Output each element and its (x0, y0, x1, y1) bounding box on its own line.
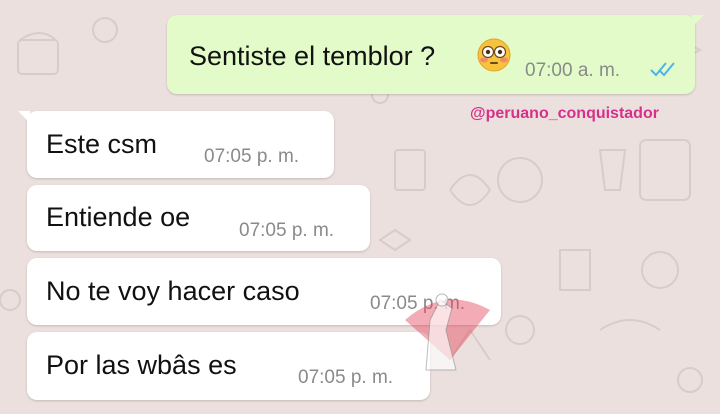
outgoing-message-bubble[interactable]: Sentiste el temblor ? 07:00 a. m. (167, 15, 704, 94)
message-timestamp: 07:05 p. m. (298, 367, 394, 388)
message-text: Entiende oe (46, 202, 191, 232)
incoming-message-bubble[interactable]: Este csm 07:05 p. m. (18, 111, 334, 178)
bubble-tail (18, 111, 30, 123)
watermark-username: @peruano_conquistador (470, 105, 659, 122)
message-text: Sentiste el temblor ? (189, 41, 436, 71)
message-timestamp: 07:00 a. m. (525, 60, 621, 81)
incoming-message-bubble[interactable]: Entiende oe 07:05 p. m. (27, 185, 370, 251)
double-check-read-icon (650, 62, 675, 77)
message-timestamp: 07:05 p. m. (204, 146, 300, 167)
bubble-tail (692, 15, 704, 27)
flushed-face-emoji (477, 38, 511, 72)
message-text: Por las wbâs es (46, 350, 237, 380)
message-text: No te voy hacer caso (46, 276, 300, 306)
message-timestamp: 07:05 p. m. (239, 220, 335, 241)
overlay-logo-icon (405, 293, 490, 371)
incoming-message-bubble[interactable]: Por las wbâs es 07:05 p. m. (27, 332, 430, 400)
message-text: Este csm (46, 129, 158, 159)
